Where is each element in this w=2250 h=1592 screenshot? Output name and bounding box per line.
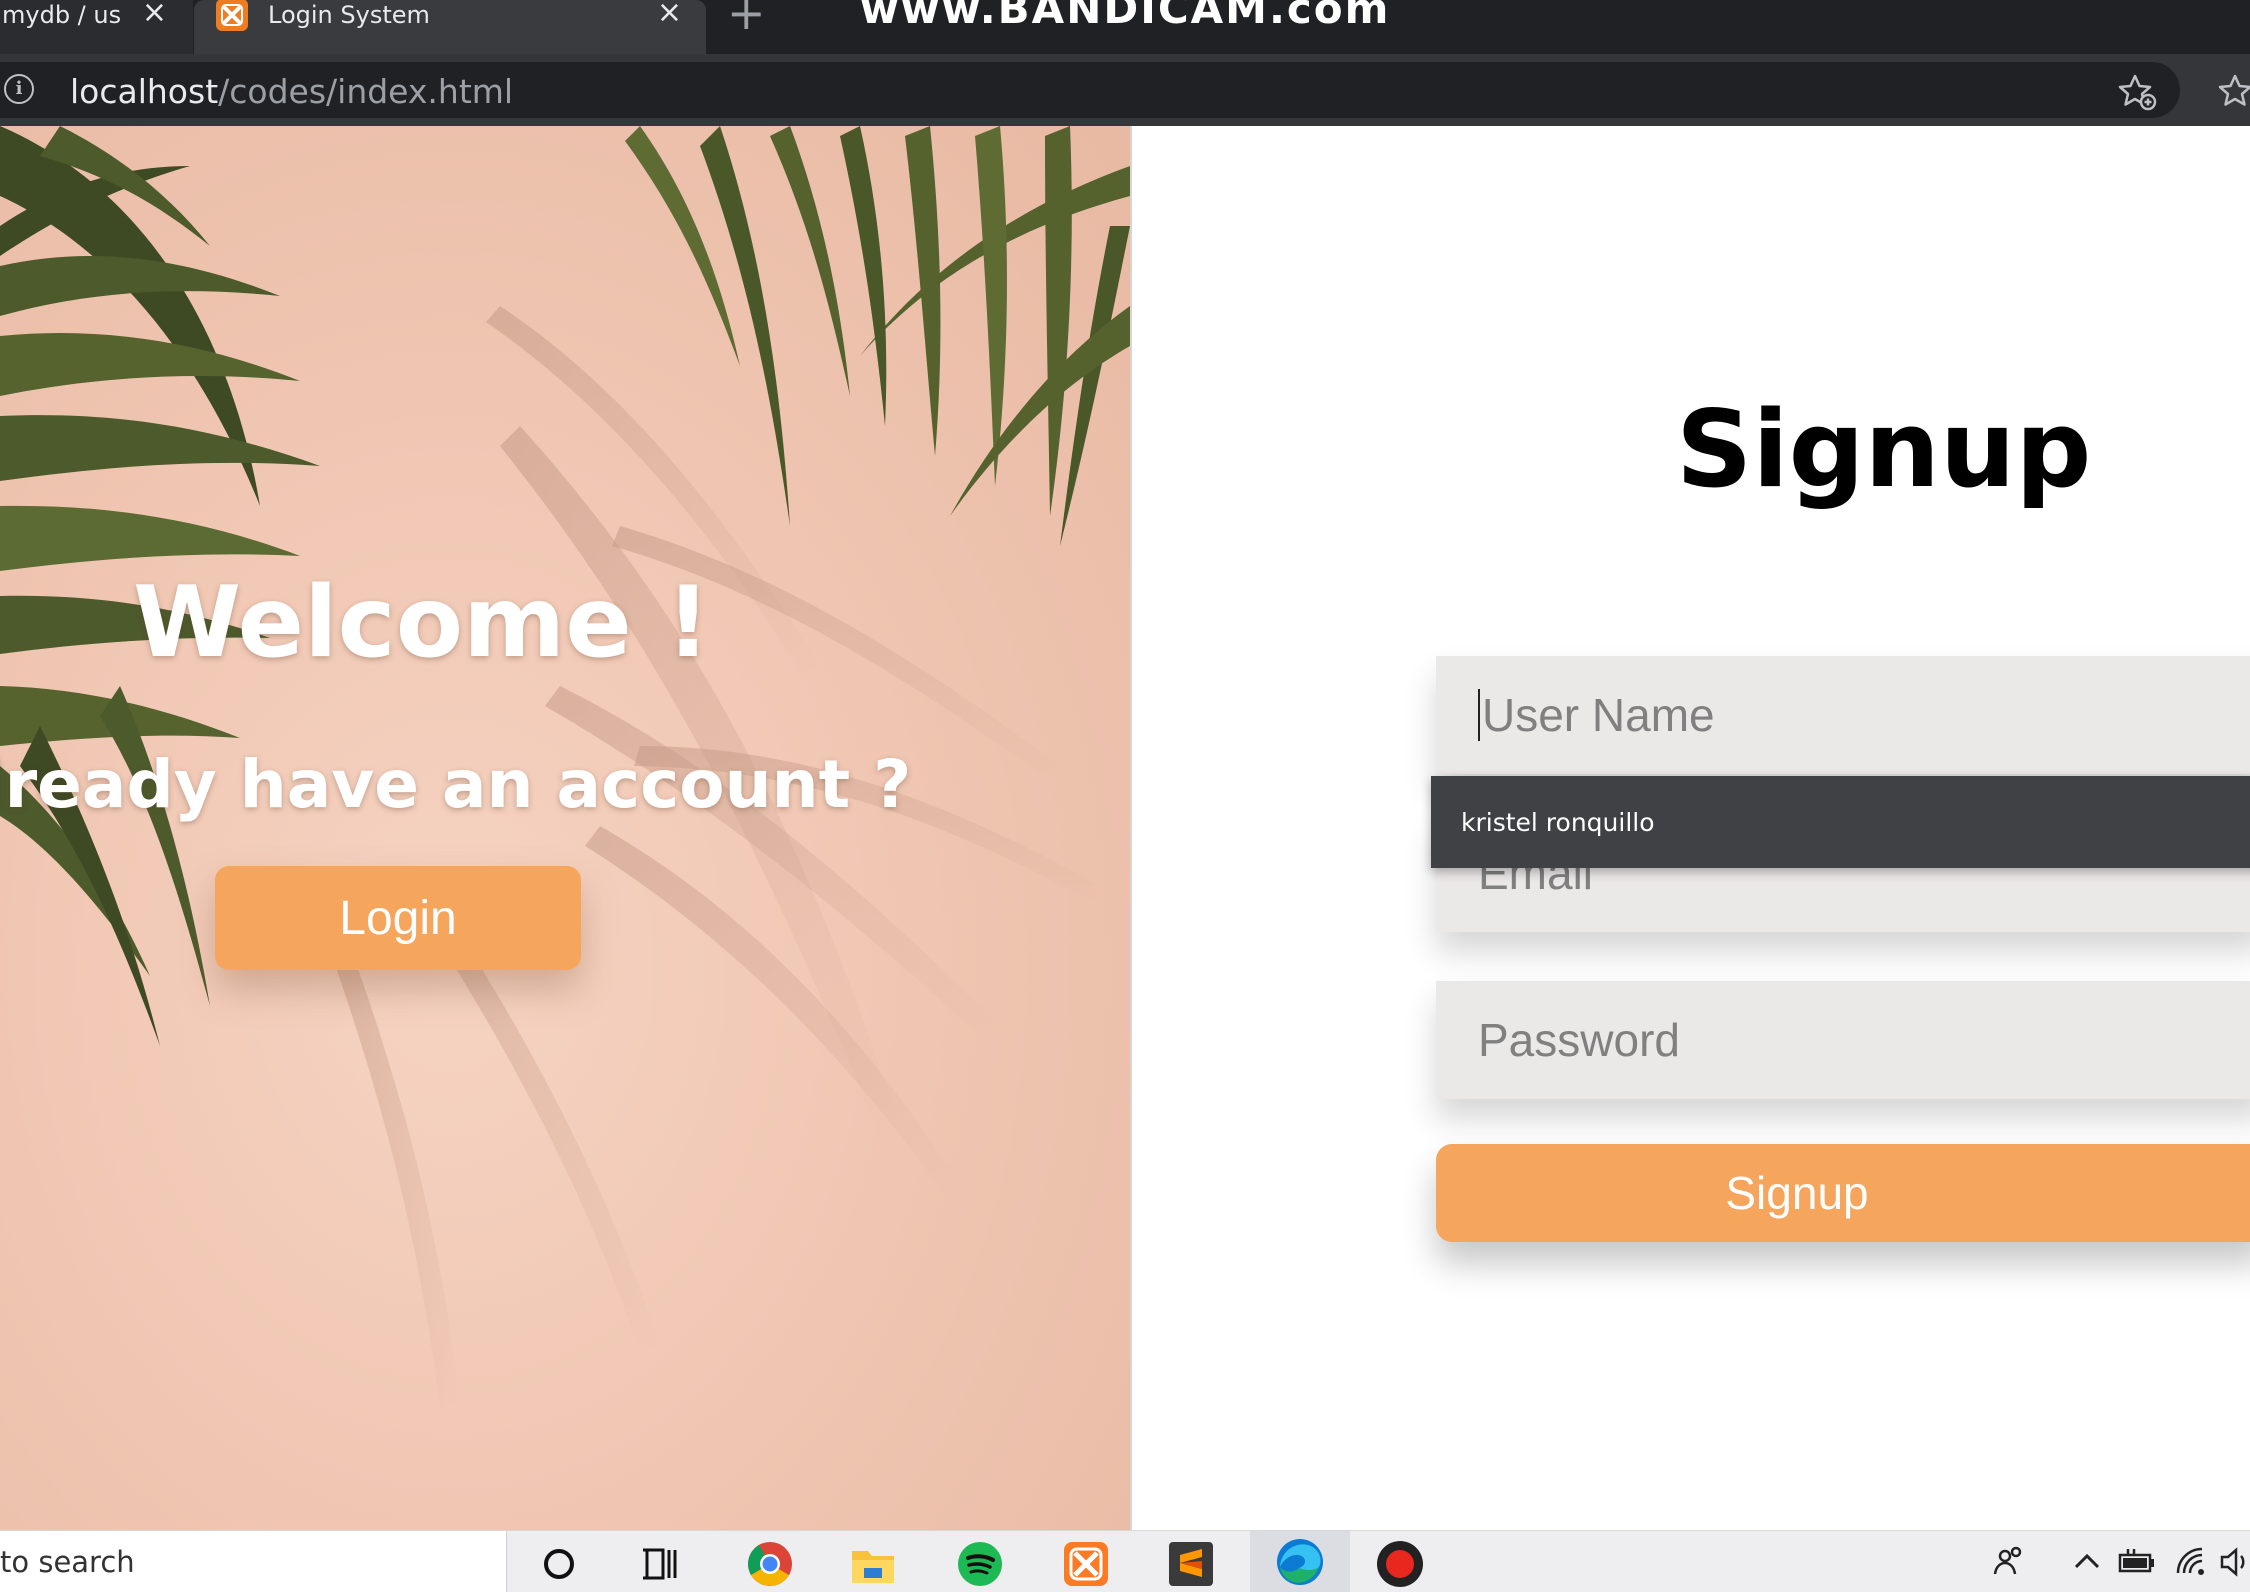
url-path: /codes/index.html (218, 72, 514, 111)
site-info-icon[interactable]: i (4, 74, 34, 104)
task-view-icon[interactable] (636, 1539, 686, 1589)
signup-heading: Signup (1676, 388, 2092, 511)
browser-tab-bar: mydb / us × Login System × + www.BANDICA… (0, 0, 2250, 54)
chrome-icon[interactable] (745, 1539, 795, 1589)
login-button[interactable]: Login (215, 866, 581, 970)
tab-label: Login System (268, 1, 430, 29)
xampp-icon[interactable] (1061, 1539, 1111, 1589)
signup-button[interactable]: Signup (1436, 1144, 2250, 1242)
taskbar-search-box[interactable]: to search (0, 1531, 507, 1592)
windows-taskbar: to search (0, 1530, 2250, 1592)
xampp-favicon-icon (216, 0, 248, 31)
url-text[interactable]: localhost/codes/index.html (70, 72, 513, 111)
people-icon[interactable] (1990, 1543, 2028, 1581)
sublime-text-icon[interactable] (1166, 1539, 1216, 1589)
cortana-icon[interactable] (534, 1539, 584, 1589)
url-host: localhost (70, 72, 219, 111)
close-tab-icon[interactable]: × (657, 0, 682, 28)
browser-tab-phpmyadmin[interactable]: mydb / us × (0, 0, 193, 54)
bandicam-record-icon[interactable] (1375, 1539, 1425, 1589)
already-have-account-text: lready have an account ? (0, 746, 912, 823)
close-tab-icon[interactable]: × (142, 0, 167, 28)
file-explorer-icon[interactable] (848, 1539, 898, 1589)
username-placeholder: User Name (1482, 689, 1715, 741)
add-favorite-icon[interactable] (2118, 72, 2158, 112)
text-cursor (1478, 689, 1480, 741)
username-input[interactable]: User Name (1436, 656, 2250, 774)
bandicam-watermark: www.BANDICAM.com (860, 0, 1391, 33)
tab-label: mydb / us (2, 1, 122, 29)
edge-icon[interactable] (1250, 1531, 1350, 1592)
spotify-icon[interactable] (955, 1539, 1005, 1589)
favorites-icon[interactable] (2218, 72, 2250, 112)
new-tab-button[interactable]: + (727, 0, 766, 40)
palm-leaf-background-image (0, 126, 1130, 1408)
hero-panel: Welcome ! lready have an account ? Login (0, 126, 1130, 1530)
password-input[interactable]: Password (1436, 981, 2250, 1099)
browser-tab-login-system[interactable]: Login System × (194, 0, 706, 54)
chevron-up-icon[interactable] (2068, 1543, 2106, 1581)
volume-icon[interactable] (2216, 1543, 2250, 1581)
taskbar-search-placeholder: to search (0, 1545, 135, 1579)
browser-address-bar: i localhost/codes/index.html (0, 54, 2250, 126)
url-field[interactable]: i localhost/codes/index.html (0, 62, 2180, 118)
web-page: Welcome ! lready have an account ? Login… (0, 126, 2250, 1530)
autofill-suggestion[interactable]: kristel ronquillo (1431, 776, 2250, 868)
panel-divider (1130, 126, 1132, 1530)
welcome-heading: Welcome ! (133, 566, 711, 680)
battery-icon[interactable] (2118, 1543, 2156, 1581)
password-placeholder: Password (1478, 1014, 1680, 1066)
wifi-icon[interactable] (2172, 1543, 2210, 1581)
